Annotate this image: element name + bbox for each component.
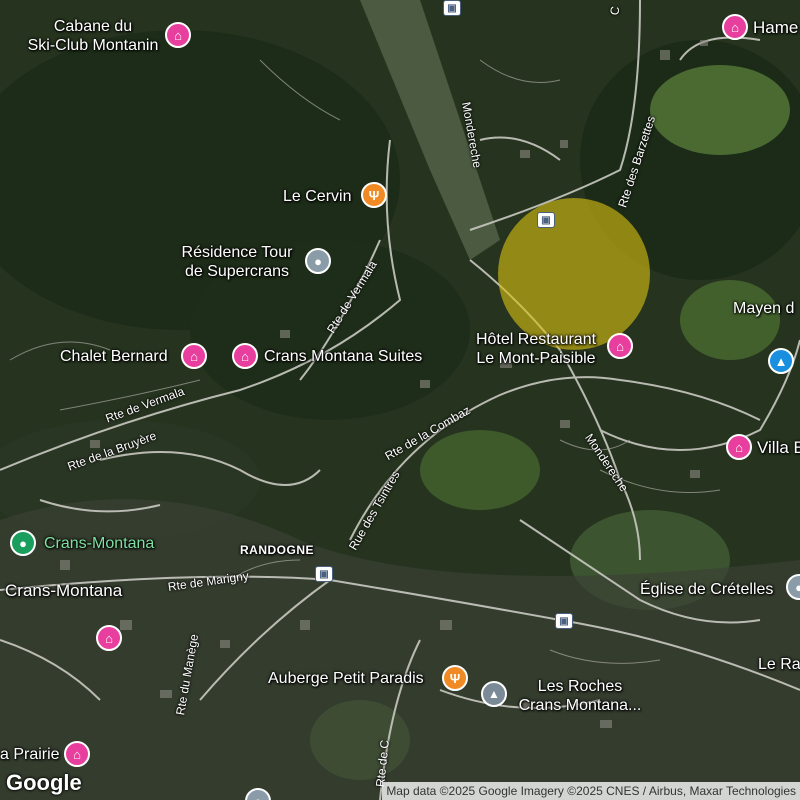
- place-label-hame[interactable]: Hame: [753, 18, 798, 37]
- place-label-auberge[interactable]: Auberge Petit Paradis: [268, 669, 424, 688]
- bed-icon[interactable]: ⌂: [165, 22, 191, 48]
- place-label-chalet-bernard[interactable]: Chalet Bernard: [60, 347, 168, 366]
- map-attribution[interactable]: Map data ©2025 Google Imagery ©2025 CNES…: [382, 782, 800, 800]
- place-label-le-ra[interactable]: Le Ra: [758, 655, 800, 674]
- bed-icon[interactable]: ⌂: [722, 14, 748, 40]
- bed-icon[interactable]: ⌂: [64, 741, 90, 767]
- bed-icon[interactable]: ⌂: [96, 625, 122, 651]
- place-label-prairie[interactable]: a Prairie: [0, 745, 60, 764]
- bus-stop-icon[interactable]: ▣: [555, 613, 573, 629]
- bus-stop-icon[interactable]: ▣: [315, 566, 333, 582]
- place-label-les-roches[interactable]: Les Roches Crans Montana...: [510, 677, 650, 715]
- place-label-crans-suites[interactable]: Crans Montana Suites: [264, 347, 422, 366]
- bed-icon[interactable]: ⌂: [232, 343, 258, 369]
- bus-stop-icon[interactable]: ▣: [537, 212, 555, 228]
- satellite-map[interactable]: ⌂ Cabane du Ski-Club Montanin ⌂ Hame Ψ L…: [0, 0, 800, 800]
- city-marker-icon[interactable]: ●: [10, 530, 36, 556]
- place-label-hotel-restaurant[interactable]: Hôtel Restaurant Le Mont-Paisible: [468, 330, 604, 368]
- place-label-randogne[interactable]: RANDOGNE: [240, 541, 314, 560]
- bed-icon[interactable]: ⌂: [726, 434, 752, 460]
- graduation-cap-icon[interactable]: ▲: [481, 681, 507, 707]
- highlighted-area[interactable]: [498, 198, 650, 350]
- fork-knife-icon[interactable]: Ψ: [442, 665, 468, 691]
- bed-icon[interactable]: ⌂: [607, 333, 633, 359]
- bed-icon[interactable]: ⌂: [181, 343, 207, 369]
- shopping-bag-icon[interactable]: ▲: [768, 348, 794, 374]
- place-label-mayen[interactable]: Mayen d: [733, 299, 794, 318]
- place-label-cervin[interactable]: Le Cervin: [283, 187, 351, 206]
- google-logo: Google: [6, 770, 82, 795]
- place-label-cabane[interactable]: Cabane du Ski-Club Montanin: [18, 17, 168, 55]
- fork-knife-icon[interactable]: Ψ: [361, 182, 387, 208]
- place-label-residence[interactable]: Résidence Tour de Supercrans: [172, 243, 302, 281]
- place-label-eglise[interactable]: Église de Crételles: [640, 580, 773, 599]
- place-label-villa[interactable]: Villa E: [757, 438, 800, 457]
- location-pin-icon[interactable]: ●: [305, 248, 331, 274]
- bus-stop-icon[interactable]: ▣: [443, 0, 461, 16]
- place-label-crans-montana[interactable]: Crans-Montana: [5, 581, 122, 600]
- place-label-crans-montana-green[interactable]: Crans-Montana: [44, 534, 154, 553]
